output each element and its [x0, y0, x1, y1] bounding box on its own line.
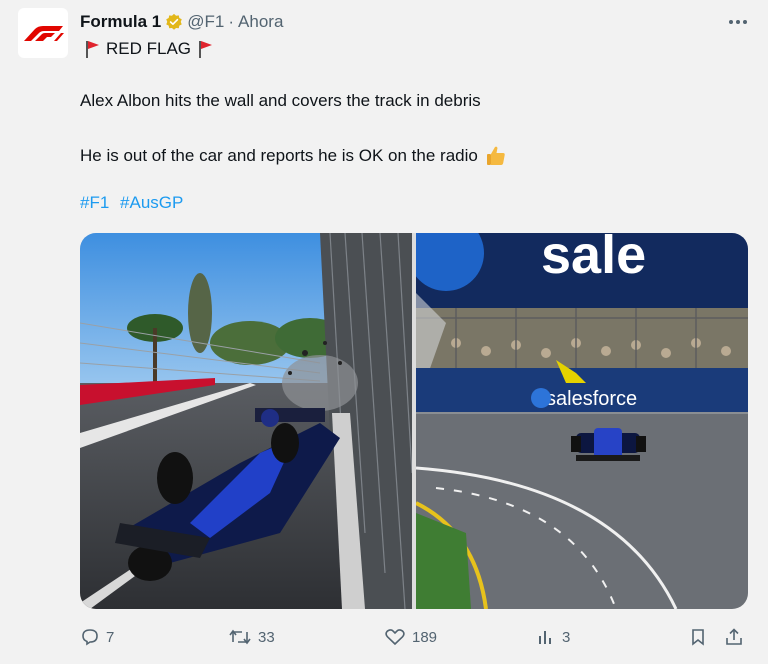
- views-icon: [539, 631, 551, 644]
- post-text-line-2-row: He is out of the car and reports he is O…: [80, 144, 508, 168]
- more-icon: [729, 20, 747, 24]
- repost-count: 33: [258, 628, 275, 646]
- separator-dot: ·: [228, 12, 235, 31]
- views-button[interactable]: 3: [536, 622, 570, 652]
- bookmark-icon: [692, 629, 704, 646]
- share-icon: [726, 628, 742, 645]
- author-name[interactable]: Formula 1: [80, 12, 161, 32]
- f1-logo-icon: [24, 26, 64, 41]
- hashtag-ausgp[interactable]: #AusGP: [120, 193, 183, 212]
- post-actions: 7 33 189 3: [80, 622, 750, 652]
- salesforce-banner-text: sale: [541, 233, 646, 285]
- albon-car-on-track-photo[interactable]: sale salesforce: [408, 233, 748, 609]
- albon-crash-wall-photo[interactable]: [80, 233, 413, 609]
- like-count: 189: [412, 628, 438, 646]
- bookmark-button[interactable]: [688, 622, 714, 652]
- post-time[interactable]: Ahora: [238, 12, 283, 32]
- thumbs-up-icon: [484, 144, 508, 168]
- verified-badge-icon: [165, 13, 183, 31]
- heart-icon: [385, 629, 405, 646]
- post-title: RED FLAG: [106, 39, 192, 58]
- red-flag-icon: [84, 39, 100, 59]
- media-grid: sale salesforce: [80, 233, 748, 609]
- hashtag-f1[interactable]: #F1: [80, 193, 109, 212]
- post-title-line: RED FLAG: [80, 36, 213, 62]
- views-count: 3: [562, 628, 571, 646]
- reply-button[interactable]: 7: [80, 622, 114, 652]
- avatar[interactable]: [18, 8, 68, 58]
- reply-icon: [82, 629, 98, 646]
- share-button[interactable]: [724, 622, 750, 652]
- hashtags: #F1 #AusGP: [80, 193, 189, 213]
- post-text-line-1: Alex Albon hits the wall and covers the …: [80, 91, 481, 110]
- post-text-line-2: He is out of the car and reports he is O…: [80, 146, 478, 165]
- salesforce-ad-text: salesforce: [546, 388, 637, 410]
- like-button[interactable]: 189: [384, 622, 437, 652]
- post-header: Formula 1 @F1 · Ahora: [80, 10, 748, 34]
- red-flag-icon: [197, 39, 213, 59]
- repost-icon: [229, 629, 251, 645]
- repost-button[interactable]: 33: [228, 622, 275, 652]
- reply-count: 7: [106, 628, 115, 646]
- more-options-button[interactable]: [728, 10, 748, 34]
- author-handle[interactable]: @F1: [187, 12, 224, 32]
